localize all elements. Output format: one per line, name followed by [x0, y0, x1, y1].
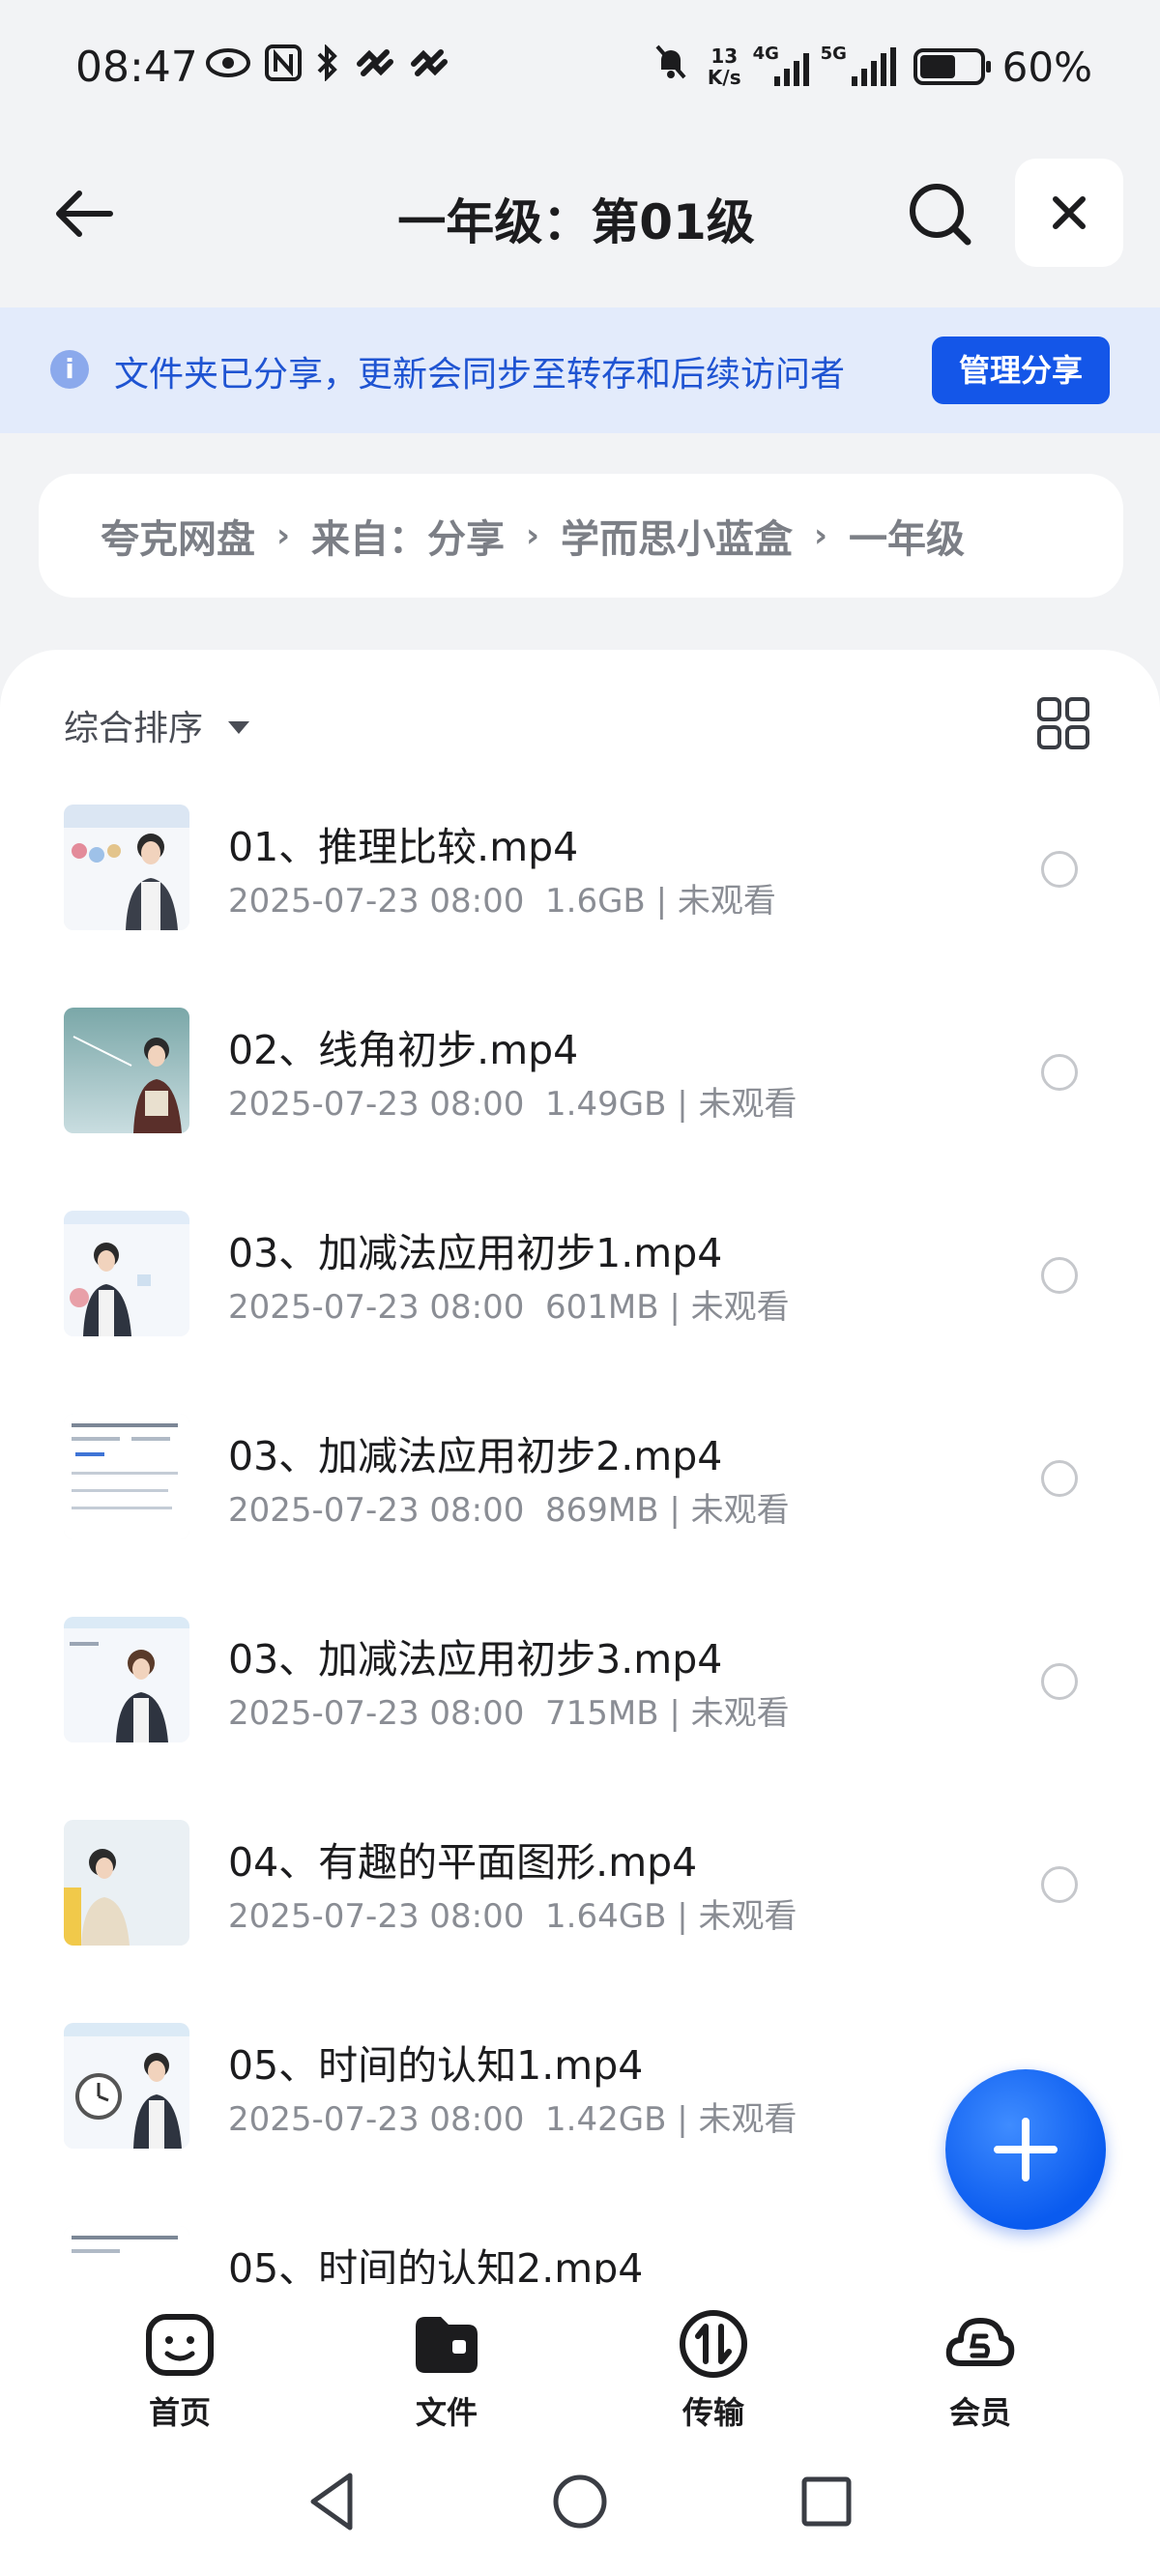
breadcrumb-item[interactable]: 学而思小蓝盒 — [561, 508, 793, 564]
file-meta: 2025-07-23 08:00 1.64GB | 未观看 — [228, 1897, 798, 1936]
select-radio[interactable] — [1041, 1460, 1078, 1497]
file-meta: 2025-07-23 08:00 601MB | 未观看 — [228, 1288, 790, 1327]
sort-label: 综合排序 — [64, 709, 204, 748]
select-radio[interactable] — [1041, 1866, 1078, 1903]
share-banner-text: 文件夹已分享，更新会同步至转存和后续访问者 — [114, 355, 846, 395]
nav-recents-icon[interactable] — [793, 2468, 860, 2535]
file-row[interactable]: 01、推理比较.mp4 2025-07-23 08:00 1.6GB | 未观看 — [0, 805, 1160, 1008]
plus-icon — [994, 2118, 1058, 2181]
link-icon-1 — [354, 46, 394, 85]
status-right: 13 K/s 4G 5G 60% — [652, 43, 1092, 91]
file-row[interactable]: 05、时间的认知2.mp4 — [0, 2226, 1160, 2284]
file-meta: 2025-07-23 08:00 1.42GB | 未观看 — [228, 2100, 798, 2139]
grid-view-button[interactable] — [1036, 696, 1090, 750]
file-name: 02、线角初步.mp4 — [228, 1027, 579, 1073]
breadcrumb-item[interactable]: 一年级 — [849, 508, 965, 564]
file-row[interactable]: 02、线角初步.mp4 2025-07-23 08:00 1.49GB | 未观… — [0, 1008, 1160, 1211]
file-name: 04、有趣的平面图形.mp4 — [228, 1839, 698, 1886]
add-button[interactable] — [945, 2069, 1106, 2230]
file-meta: 2025-07-23 08:00 715MB | 未观看 — [228, 1694, 790, 1733]
sort-dropdown[interactable]: 综合排序 — [64, 700, 250, 750]
video-thumbnail — [64, 805, 189, 930]
signal-5g-icon: 5G — [821, 44, 896, 86]
breadcrumb: 夸克网盘 › 来自：分享 › 学而思小蓝盒 › 一年级 — [39, 474, 1123, 598]
video-thumbnail — [64, 2023, 189, 2149]
battery-percent: 60% — [1001, 43, 1092, 91]
transfer-icon — [680, 2310, 747, 2378]
nav-item-home[interactable]: 首页 — [112, 2307, 247, 2433]
chevron-right-icon: › — [526, 516, 540, 555]
video-thumbnail — [64, 1414, 189, 1539]
manage-share-button[interactable]: 管理分享 — [932, 337, 1110, 404]
chevron-right-icon: › — [814, 516, 828, 555]
file-row[interactable]: 03、加减法应用初步3.mp4 2025-07-23 08:00 715MB |… — [0, 1617, 1160, 1820]
info-icon: i — [50, 350, 89, 389]
chevron-right-icon: › — [276, 516, 291, 555]
close-icon — [1053, 196, 1086, 229]
select-radio[interactable] — [1041, 1257, 1078, 1294]
file-row[interactable]: 04、有趣的平面图形.mp4 2025-07-23 08:00 1.64GB |… — [0, 1820, 1160, 2023]
signal-4g-icon: 4G — [753, 44, 809, 86]
nfc-icon — [265, 44, 302, 87]
breadcrumb-item[interactable]: 夸克网盘 — [101, 508, 255, 564]
file-name: 05、时间的认知2.mp4 — [228, 2245, 644, 2284]
file-name: 03、加减法应用初步1.mp4 — [228, 1230, 723, 1276]
file-name: 03、加减法应用初步2.mp4 — [228, 1433, 723, 1479]
video-thumbnail — [64, 1820, 189, 1946]
bottom-nav: 首页 文件 传输 会员 — [0, 2284, 1160, 2431]
select-radio[interactable] — [1041, 1663, 1078, 1700]
link-icon-2 — [408, 46, 449, 85]
file-meta: 2025-07-23 08:00 1.6GB | 未观看 — [228, 882, 776, 921]
file-list: 01、推理比较.mp4 2025-07-23 08:00 1.6GB | 未观看… — [0, 805, 1160, 2284]
file-name: 05、时间的认知1.mp4 — [228, 2042, 644, 2089]
share-banner: i 文件夹已分享，更新会同步至转存和后续访问者 管理分享 — [0, 307, 1160, 433]
bluetooth-icon — [315, 44, 340, 87]
header: 一年级：第01级 — [0, 155, 1160, 271]
status-bar: 08:47 13 K/s 4G 5G 60% — [0, 0, 1160, 145]
video-thumbnail — [64, 1617, 189, 1742]
nav-item-transfer[interactable]: 传输 — [646, 2307, 781, 2433]
file-panel: 综合排序 01、推理比较.mp4 2025-07-23 08:00 1.6GB … — [0, 650, 1160, 2284]
mute-bell-icon — [652, 43, 690, 91]
status-time: 08:47 — [75, 43, 198, 92]
grid-icon — [1037, 697, 1089, 749]
vip-cloud-icon — [945, 2318, 1015, 2366]
file-meta: 2025-07-23 08:00 1.49GB | 未观看 — [228, 1085, 798, 1124]
select-radio[interactable] — [1041, 851, 1078, 888]
video-thumbnail — [64, 2226, 189, 2284]
system-nav-bar — [0, 2429, 1160, 2576]
file-meta: 2025-07-23 08:00 869MB | 未观看 — [228, 1491, 790, 1530]
breadcrumb-item[interactable]: 来自：分享 — [311, 508, 505, 564]
home-face-icon — [146, 2314, 214, 2376]
file-name: 01、推理比较.mp4 — [228, 824, 579, 870]
battery-icon — [913, 48, 991, 85]
video-thumbnail — [64, 1008, 189, 1133]
nav-back-icon[interactable] — [300, 2468, 367, 2535]
file-row[interactable]: 03、加减法应用初步1.mp4 2025-07-23 08:00 601MB |… — [0, 1211, 1160, 1414]
eye-icon — [205, 46, 251, 85]
file-name: 03、加减法应用初步3.mp4 — [228, 1636, 723, 1683]
page-title: 一年级：第01级 — [397, 194, 755, 250]
video-thumbnail — [64, 1211, 189, 1336]
close-button[interactable] — [1015, 159, 1123, 267]
caret-down-icon — [228, 720, 250, 734]
folder-icon — [416, 2317, 478, 2373]
nav-item-vip[interactable]: 会员 — [913, 2307, 1048, 2433]
select-radio[interactable] — [1041, 1054, 1078, 1091]
search-icon — [910, 184, 972, 246]
status-left-icons — [205, 44, 449, 87]
nav-item-files[interactable]: 文件 — [379, 2307, 514, 2433]
net-speed: 13 K/s — [707, 44, 741, 89]
file-row[interactable]: 03、加减法应用初步2.mp4 2025-07-23 08:00 869MB |… — [0, 1414, 1160, 1617]
nav-home-icon[interactable] — [546, 2468, 614, 2535]
search-button[interactable] — [904, 178, 975, 249]
